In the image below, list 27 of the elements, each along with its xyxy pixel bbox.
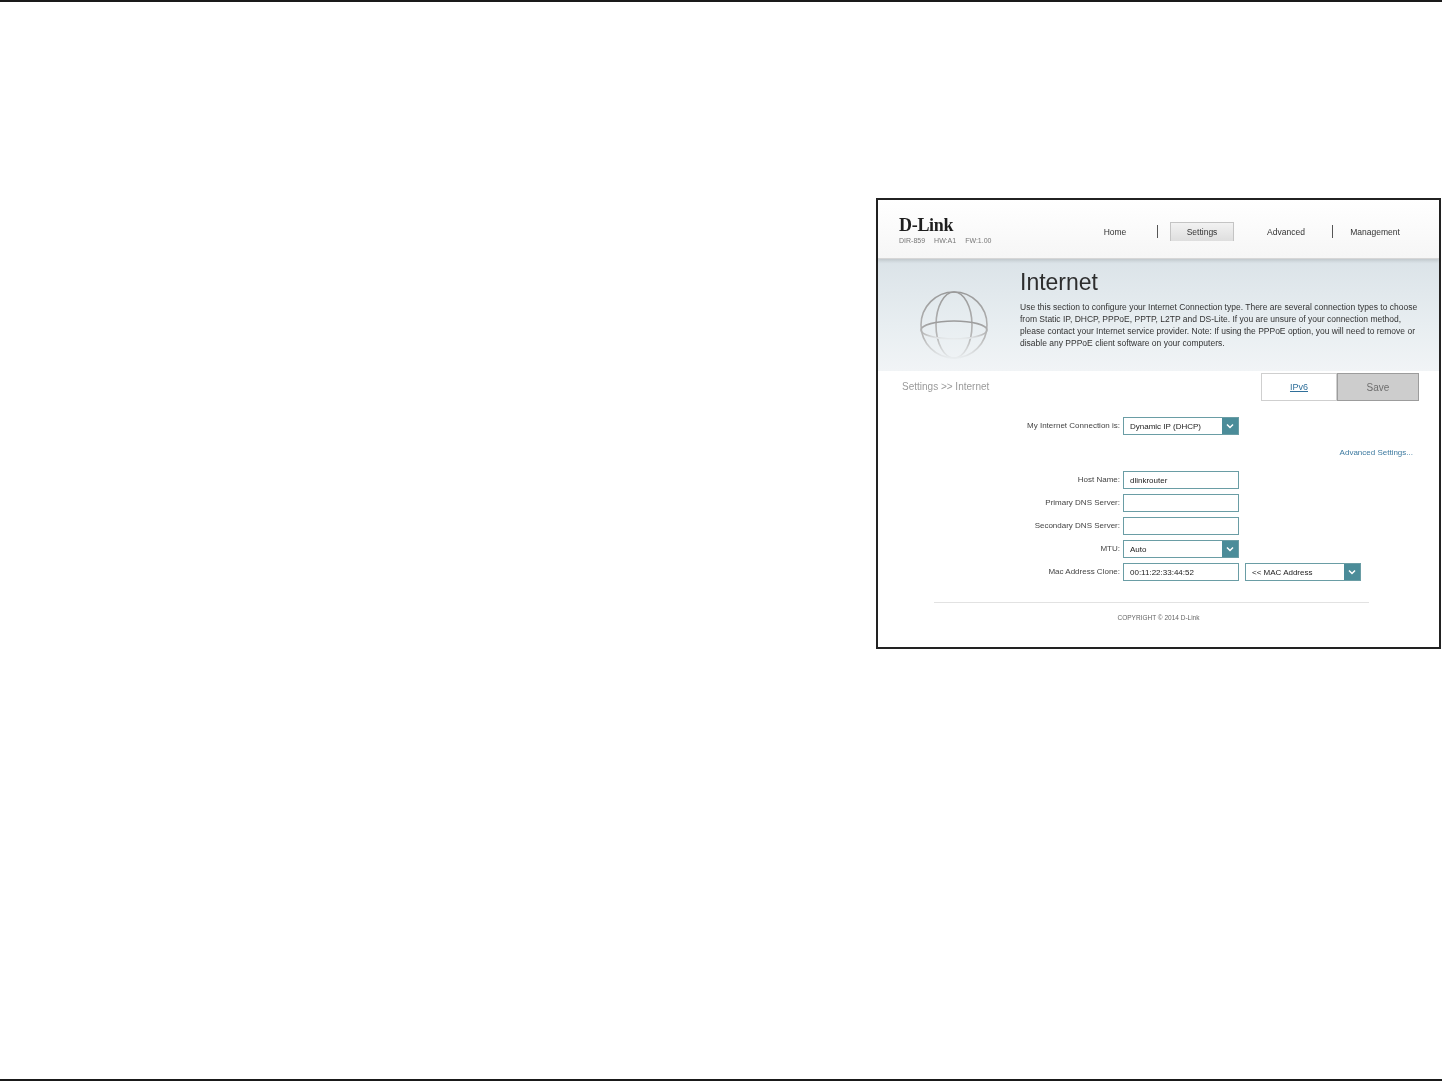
field-label: Primary DNS Server: [1045,497,1120,509]
field-label: Mac Address Clone: [1048,566,1120,578]
dropdown[interactable]: Auto [1123,540,1239,558]
description-text: Use this section to configure your Internet Connection type. There are several connection types to choose from Static IP, DHCP, PPPoE, PPTP, L2TP and DS-Lite. If you are unsure of your connection method, please contact your Internet service provider. Note: If using the PPPoE option, you will need to remove or disable any PPPoE client software on your computers. [1020,301,1419,349]
chevron-down-icon [1344,564,1360,580]
breadcrumb: Settings >> Internet [902,380,990,394]
nav-tab[interactable]: Management [1345,222,1405,241]
nav-tab[interactable]: Home [1089,222,1141,241]
field-label: My Internet Connection is: [1027,420,1120,432]
connection-type-dropdown[interactable]: Dynamic IP (DHCP) [1123,417,1239,435]
chevron-down-icon [1222,418,1238,434]
globe-icon [919,290,989,360]
nav-tab[interactable]: Advanced [1256,222,1316,241]
field-label: MTU: [1100,543,1120,555]
text-field[interactable]: 00:11:22:33:44:52 [1123,563,1239,581]
text-field[interactable] [1123,517,1239,535]
advanced-settings-link[interactable]: Advanced Settings... [1339,447,1413,459]
text-field[interactable] [1123,494,1239,512]
chevron-down-icon [1222,541,1238,557]
field-label: Secondary DNS Server: [1034,520,1120,532]
page-title: Internet [1020,269,1099,295]
logo-text: D-Link [899,216,954,234]
clone-source-dropdown[interactable]: << MAC Address [1245,563,1361,581]
nav-tab[interactable]: Settings [1170,222,1234,241]
ipv6-link[interactable]: IPv6 [1261,373,1337,401]
text-field[interactable]: dlinkrouter [1123,471,1239,489]
field-label: Host Name: [1077,474,1120,486]
